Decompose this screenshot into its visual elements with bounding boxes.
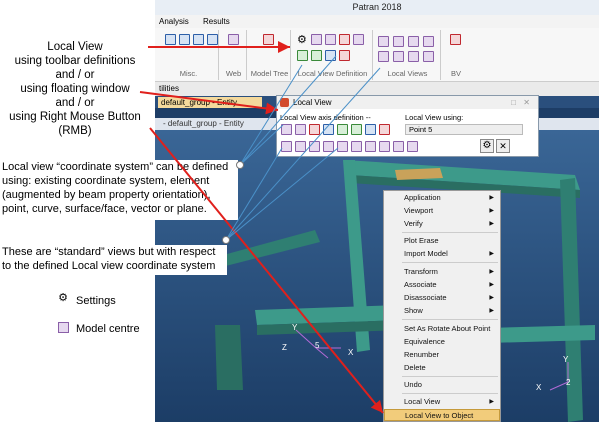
callout-line <box>239 64 303 166</box>
arrow-to-rmb-menu <box>149 127 384 414</box>
callout-line <box>239 55 337 166</box>
callout-line <box>225 147 283 241</box>
annotation-arrows <box>139 41 384 414</box>
callout-anchor <box>222 236 230 244</box>
callout-anchor <box>236 161 244 169</box>
arrow-to-floating-window <box>139 91 279 115</box>
